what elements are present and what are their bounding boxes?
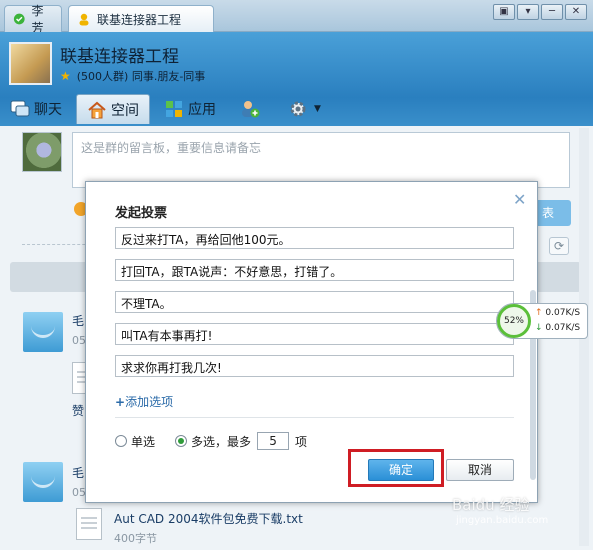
vote-option-input[interactable]: 求求你再打我几次! [115,355,514,377]
attachment-link[interactable]: Aut CAD 2004软件包免费下载.txt [114,510,303,527]
feed-date: 05 [72,486,86,499]
vote-option-input[interactable]: 打回TA，跟TA说声：不好意思，打错了。 [115,259,514,281]
group-name: 联基连接器工程 [60,47,179,67]
settings-button[interactable]: ▼ [278,94,331,124]
dialog-divider [115,417,514,418]
apps-icon [166,101,182,117]
multi-choice-label: 多选，最多 [191,434,252,449]
highlight-box [348,449,444,487]
vote-option-input[interactable]: 不理TA。 [115,291,514,313]
add-member-button[interactable] [230,94,274,124]
watermark-url: jingyan.baidu.com [456,515,549,526]
download-speed: ↓ 0.07K/S [535,323,580,333]
tab-apps-label: 应用 [188,102,216,118]
vote-dialog: 发起投票 ✕ 反过来打TA，再给回他100元。 打回TA，跟TA说声：不好意思，… [85,181,538,503]
like-link[interactable]: 赞 [72,402,84,419]
tab-space[interactable]: 空间 [76,94,150,124]
tab-group-label: 联基连接器工程 [97,12,182,27]
nav-bar: 聊天 空间 应用 ▼ [0,92,335,124]
arrow-up-icon: ↑ [535,308,543,318]
plus-icon: + [115,395,126,409]
avatar[interactable] [23,462,63,502]
chevron-down-icon: ▼ [314,104,321,114]
tab-contact-label: 李芳 [31,4,44,35]
vote-option-input[interactable]: 反过来打TA，再给回他100元。 [115,227,514,249]
single-choice-label: 单选 [131,434,156,449]
group-header: 联基连接器工程 ★ (500人群) 同事.朋友-同事 聊天 空间 应用 ▼ [0,32,593,126]
add-option-label: 添加选项 [125,395,174,409]
group-avatar[interactable] [9,42,52,85]
dialog-title: 发起投票 [115,206,168,221]
download-speed-value: 0.07K/S [545,323,581,333]
message-board-input[interactable]: 这是群的留言板，重要信息请备忘 [72,132,570,188]
vote-option-input[interactable]: 叫TA有本事再打! [115,323,514,345]
tab-contact[interactable]: 李芳 [4,4,62,35]
window-controls: ▣ ▾ ─ ✕ [493,4,587,20]
cpu-gauge: 52% [497,304,531,338]
tab-apps[interactable]: 应用 [154,94,226,124]
user-photo [22,132,62,172]
multi-choice-radio[interactable] [175,435,188,447]
vote-mode-row: 单选 多选，最多 5 项 [115,432,307,450]
avatar[interactable] [23,312,63,352]
tab-strip: 李芳 联基连接器工程 ▣ ▾ ─ ✕ [0,0,593,35]
group-icon [79,13,89,26]
max-choices-input[interactable]: 5 [257,432,290,450]
cancel-button[interactable]: 取消 [446,459,514,481]
feed-author[interactable]: 毛 [72,312,84,329]
add-member-icon [242,101,260,118]
close-button[interactable]: ✕ [565,4,587,20]
star-icon: ★ [60,69,71,83]
max-choices-unit: 项 [295,434,308,449]
group-subtitle-text: (500人群) 同事.朋友-同事 [76,70,206,83]
watermark: Baidu 经验 [452,496,530,514]
feed-author[interactable]: 毛 [72,464,84,481]
upload-speed: ↑ 0.07K/S [535,308,580,318]
feed-date: 05 [72,334,86,347]
arrow-down-icon: ↓ [535,323,543,333]
file-icon [76,508,102,540]
group-subtitle: ★ (500人群) 同事.朋友-同事 [60,68,205,84]
attachment-size: 400字节 [114,532,157,545]
online-status-icon [13,13,25,25]
menu-button[interactable]: ▾ [517,4,539,20]
tab-chat-label: 聊天 [34,102,62,118]
add-option-link[interactable]: +添加选项 [115,393,173,410]
chat-icon [10,100,30,117]
network-speed-widget[interactable]: 52% ↑ 0.07K/S ↓ 0.07K/S [496,303,588,339]
gear-icon [290,101,306,117]
tab-chat[interactable]: 聊天 [0,94,72,124]
refresh-icon[interactable]: ⟳ [549,237,569,255]
tab-group[interactable]: 联基连接器工程 [68,5,214,32]
skin-button[interactable]: ▣ [493,4,515,20]
upload-speed-value: 0.07K/S [545,308,581,318]
close-icon[interactable]: ✕ [513,192,526,208]
single-choice-radio[interactable] [115,435,127,447]
home-icon [88,101,106,118]
tab-space-label: 空间 [111,102,139,119]
minimize-button[interactable]: ─ [541,4,563,20]
